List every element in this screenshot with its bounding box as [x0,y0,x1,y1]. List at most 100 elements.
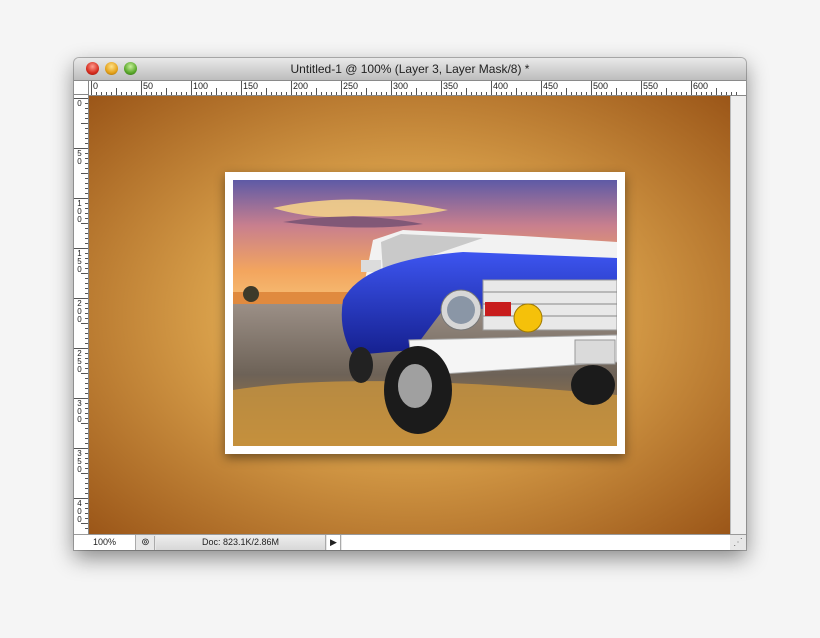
ruler-minor-tick [366,88,367,95]
ruler-minor-tick [85,303,88,304]
ruler-label: 0 [77,99,82,108]
photo-frame[interactable] [225,172,625,454]
horizontal-scrollbar[interactable] [342,535,730,550]
ruler-minor-tick [85,308,88,309]
ruler-minor-tick [85,443,88,444]
ruler-label: 200 [77,299,82,324]
ruler-minor-tick [116,88,117,95]
ruler-minor-tick [581,92,582,95]
ruler-minor-tick [85,468,88,469]
ruler-minor-tick [251,92,252,95]
ruler-minor-tick [85,283,88,284]
horizontal-ruler[interactable]: 0 50 100 150 200 250 300 350 400 450 500 550 600 [89,81,746,96]
ruler-minor-tick [281,92,282,95]
ruler-label: 100 [77,199,82,224]
vertical-scrollbar[interactable] [730,96,746,534]
ruler-minor-tick [81,523,88,524]
ruler-minor-tick [466,88,467,95]
ruler-label: 50 [143,81,154,91]
ruler-minor-tick [131,92,132,95]
ruler-origin[interactable] [74,81,89,95]
ruler-major-tick [441,81,442,95]
ruler-minor-tick [631,92,632,95]
ruler-major-tick [541,81,542,95]
window-title: Untitled-1 @ 100% (Layer 3, Layer Mask/8… [290,62,530,76]
ruler-minor-tick [111,92,112,95]
ruler-minor-tick [376,92,377,95]
ruler-minor-tick [85,128,88,129]
document-canvas[interactable] [89,96,730,534]
resize-grip-icon[interactable]: ⋰ [730,535,746,550]
ruler-label: 350 [443,81,459,91]
ruler-minor-tick [85,383,88,384]
ruler-minor-tick [85,158,88,159]
ruler-minor-tick [616,88,617,95]
ruler-minor-tick [85,228,88,229]
ruler-label: 250 [343,81,359,91]
ruler-minor-tick [201,92,202,95]
ruler-major-tick [141,81,142,95]
ruler-minor-tick [85,483,88,484]
ruler-minor-tick [106,92,107,95]
ruler-major-tick [341,81,342,95]
ruler-minor-tick [81,473,88,474]
ruler-minor-tick [85,363,88,364]
ruler-label: 150 [77,249,82,274]
ruler-minor-tick [81,273,88,274]
ruler-minor-tick [586,92,587,95]
ruler-minor-tick [396,92,397,95]
ruler-minor-tick [236,92,237,95]
ruler-minor-tick [81,123,88,124]
ruler-minor-tick [85,233,88,234]
ruler-minor-tick [261,92,262,95]
ruler-label: 550 [643,81,659,91]
ruler-label: 600 [693,81,709,91]
vertical-ruler[interactable]: 0 50 100 150 200 250 300 350 400 [74,95,89,535]
zoom-level-field[interactable]: 100% [74,535,136,550]
ruler-minor-tick [256,92,257,95]
ruler-minor-tick [206,92,207,95]
ruler-minor-tick [526,92,527,95]
ruler-minor-tick [85,263,88,264]
ruler-minor-tick [166,88,167,95]
ruler-label: 300 [393,81,409,91]
ruler-major-tick [491,81,492,95]
ruler-minor-tick [211,92,212,95]
ruler-minor-tick [85,178,88,179]
ruler-minor-tick [85,478,88,479]
ruler-minor-tick [426,92,427,95]
ruler-minor-tick [85,103,88,104]
status-menu-arrow-icon[interactable]: ▶ [327,535,341,550]
ruler-major-tick [641,81,642,95]
ruler-minor-tick [85,328,88,329]
ruler-minor-tick [85,133,88,134]
ruler-minor-tick [85,508,88,509]
ruler-minor-tick [501,92,502,95]
ruler-minor-tick [81,323,88,324]
ruler-minor-tick [85,353,88,354]
ruler-minor-tick [85,188,88,189]
ruler-minor-tick [85,218,88,219]
ruler-minor-tick [151,92,152,95]
ruler-minor-tick [85,503,88,504]
title-bar[interactable]: Untitled-1 @ 100% (Layer 3, Layer Mask/8… [74,58,746,81]
ruler-minor-tick [85,153,88,154]
ruler-minor-tick [306,92,307,95]
ruler-minor-tick [85,243,88,244]
ruler-minor-tick [606,92,607,95]
ruler-minor-tick [316,88,317,95]
ruler-minor-tick [431,92,432,95]
ruler-minor-tick [85,408,88,409]
ruler-minor-tick [721,92,722,95]
ruler-minor-tick [421,92,422,95]
ruler-minor-tick [516,88,517,95]
ruler-minor-tick [81,423,88,424]
ruler-minor-tick [85,358,88,359]
status-info-icon[interactable]: ⊚ [137,536,155,550]
ruler-minor-tick [346,92,347,95]
ruler-minor-tick [85,108,88,109]
ruler-minor-tick [231,92,232,95]
ruler-minor-tick [216,88,217,95]
ruler-minor-tick [406,92,407,95]
ruler-label: 300 [77,399,82,424]
